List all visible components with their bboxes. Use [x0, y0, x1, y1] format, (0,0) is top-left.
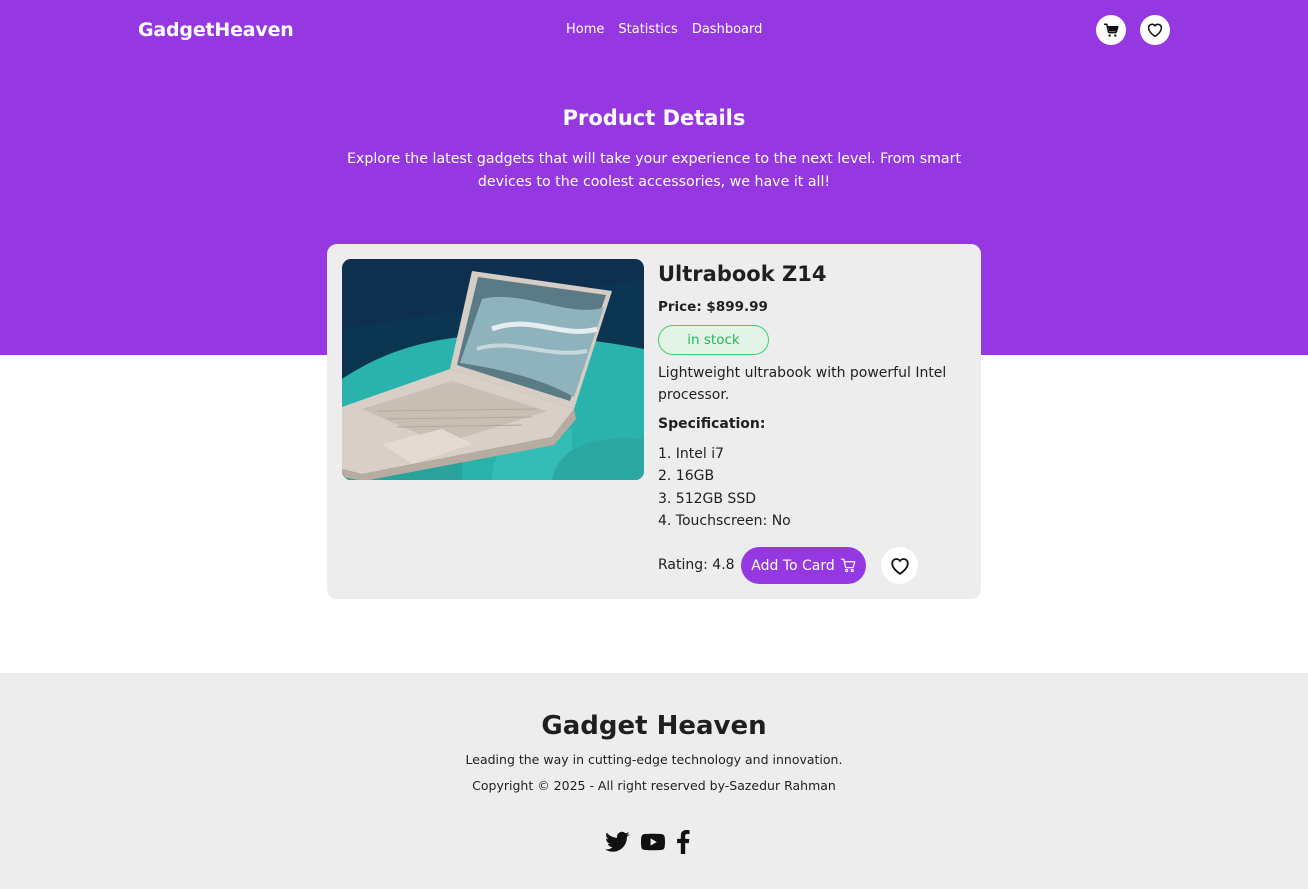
page-title: Product Details	[562, 106, 746, 130]
spec-item: 1. Intel i7	[658, 446, 725, 462]
main-nav: Home Statistics Dashboard	[566, 22, 762, 37]
product-rating: Rating: 4.8	[658, 557, 735, 573]
facebook-icon[interactable]	[676, 830, 690, 854]
youtube-icon[interactable]	[641, 832, 665, 852]
page-subtitle: Explore the latest gadgets that will tak…	[346, 151, 962, 190]
footer-title: Gadget Heaven	[541, 711, 767, 741]
laptop-image	[342, 259, 644, 480]
product-name: Ultrabook Z14	[658, 262, 827, 286]
cart-icon	[1103, 23, 1118, 37]
spec-heading: Specification:	[658, 416, 766, 432]
add-to-cart-button[interactable]: Add To Card	[741, 547, 866, 584]
social-links	[605, 830, 690, 854]
twitter-icon[interactable]	[605, 831, 630, 853]
product-card: Ultrabook Z14 Price: $899.99 in stock Li…	[327, 244, 981, 599]
product-image	[342, 259, 644, 480]
add-to-wishlist-button[interactable]	[881, 547, 918, 584]
footer-tagline: Leading the way in cutting-edge technolo…	[465, 752, 843, 767]
product-description: Lightweight ultrabook with powerful Inte…	[658, 365, 947, 403]
heart-icon	[890, 557, 909, 575]
brand-logo[interactable]: GadgetHeaven	[138, 19, 294, 41]
stock-badge: in stock	[658, 325, 769, 355]
footer-copyright: Copyright © 2025 - All right reserved by…	[472, 778, 836, 793]
add-to-cart-label: Add To Card	[751, 557, 835, 574]
cart-icon	[840, 558, 856, 573]
nav-home[interactable]: Home	[566, 22, 604, 37]
nav-dashboard[interactable]: Dashboard	[692, 22, 763, 37]
spec-item: 2. 16GB	[658, 468, 715, 485]
spec-list: 1. Intel i7 2. 16GB 3. 512GB SSD 4. Touc…	[658, 443, 791, 532]
heart-icon	[1147, 23, 1163, 38]
footer: Gadget Heaven Leading the way in cutting…	[0, 673, 1308, 889]
wishlist-button[interactable]	[1140, 15, 1170, 45]
cart-button[interactable]	[1096, 15, 1126, 45]
spec-item: 4. Touchscreen: No	[658, 512, 791, 529]
spec-item: 3. 512GB SSD	[658, 490, 756, 507]
product-price: Price: $899.99	[658, 299, 768, 315]
nav-statistics[interactable]: Statistics	[618, 22, 677, 37]
